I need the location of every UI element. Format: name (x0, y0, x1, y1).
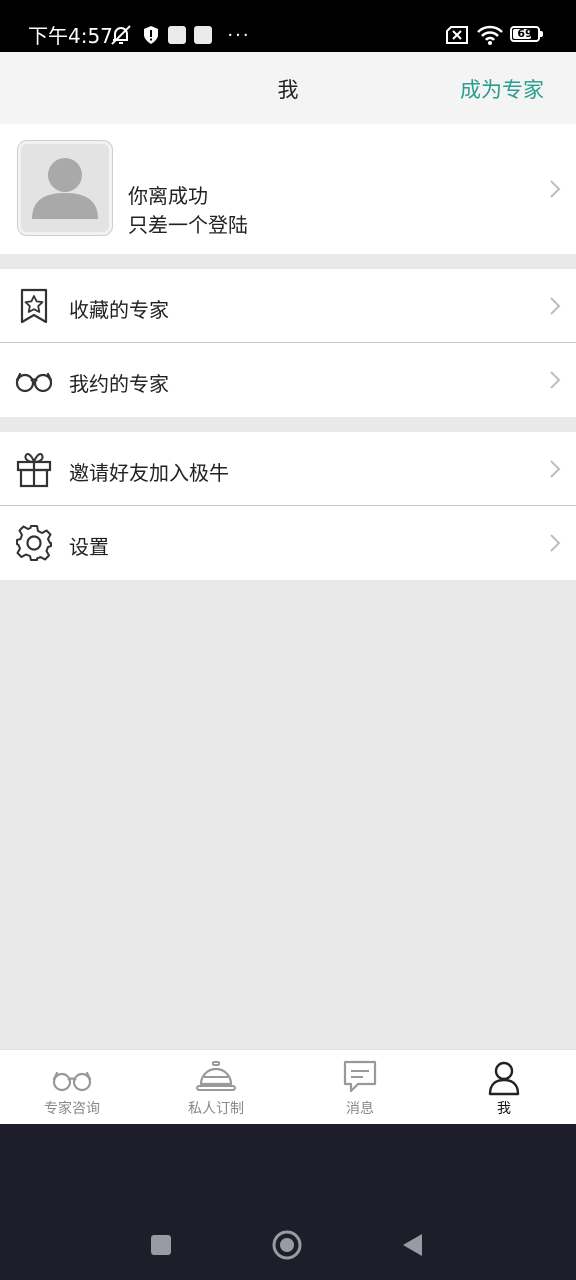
chevron-right-icon (550, 371, 561, 389)
menu-item-label: 我约的专家 (69, 372, 169, 396)
no-sim-icon (445, 24, 469, 46)
page-header: 我 成为专家 (0, 52, 576, 124)
bookmark-star-icon (20, 288, 48, 324)
menu-item-settings[interactable]: 设置 (0, 506, 576, 580)
bottom-tab-bar: 专家咨询 私人订制 消息 我 (0, 1049, 576, 1125)
tab-label: 私人订制 (188, 1101, 244, 1117)
glasses-icon (15, 372, 53, 393)
login-prompt-line1: 你离成功 (128, 184, 208, 208)
profile-card[interactable]: 你离成功 只差一个登陆 (0, 124, 576, 254)
app-notification-icon (193, 24, 213, 46)
tab-label: 消息 (346, 1101, 374, 1117)
tab-label: 我 (497, 1101, 511, 1117)
menu-item-label: 收藏的专家 (69, 298, 169, 322)
tab-messages[interactable]: 消息 (288, 1050, 432, 1125)
message-icon (343, 1060, 377, 1093)
tab-me[interactable]: 我 (432, 1050, 576, 1125)
default-user-avatar-icon (32, 158, 98, 219)
home-icon[interactable] (272, 1230, 302, 1260)
app-notification-icon (167, 24, 187, 46)
become-expert-button[interactable]: 成为专家 (460, 74, 544, 104)
tab-private-custom[interactable]: 私人订制 (144, 1050, 288, 1125)
menu-item-my-booked-experts[interactable]: 我约的专家 (0, 343, 576, 417)
wifi-icon (476, 24, 504, 46)
gift-icon (16, 453, 52, 488)
glasses-icon (52, 1071, 92, 1092)
recent-apps-icon[interactable] (150, 1234, 172, 1256)
battery-icon: 69 (510, 26, 540, 42)
chevron-right-icon (550, 460, 561, 478)
shield-icon (141, 24, 161, 46)
service-bell-icon (196, 1061, 236, 1091)
more-dots-icon: ··· (227, 24, 251, 46)
status-bar: 下午4:57 ··· 69 (0, 0, 576, 52)
battery-tip (540, 31, 543, 37)
gear-icon (16, 525, 52, 561)
user-icon (488, 1061, 520, 1096)
chevron-right-icon (550, 297, 561, 315)
chevron-right-icon (550, 534, 561, 552)
menu-item-label: 邀请好友加入极牛 (69, 461, 229, 485)
system-navigation-bar (0, 1124, 576, 1280)
chevron-right-icon (550, 180, 561, 198)
tab-expert-consult[interactable]: 专家咨询 (0, 1050, 144, 1125)
login-prompt-line2: 只差一个登陆 (128, 213, 248, 237)
mute-notification-icon (108, 24, 134, 46)
back-icon[interactable] (400, 1232, 424, 1258)
tab-label: 专家咨询 (44, 1101, 100, 1117)
status-time: 下午4:57 (28, 24, 113, 48)
battery-level: 69 (517, 27, 533, 40)
menu-item-favorite-experts[interactable]: 收藏的专家 (0, 269, 576, 343)
menu-item-invite-friends[interactable]: 邀请好友加入极牛 (0, 432, 576, 506)
avatar[interactable] (17, 140, 113, 236)
menu-item-label: 设置 (69, 535, 109, 559)
